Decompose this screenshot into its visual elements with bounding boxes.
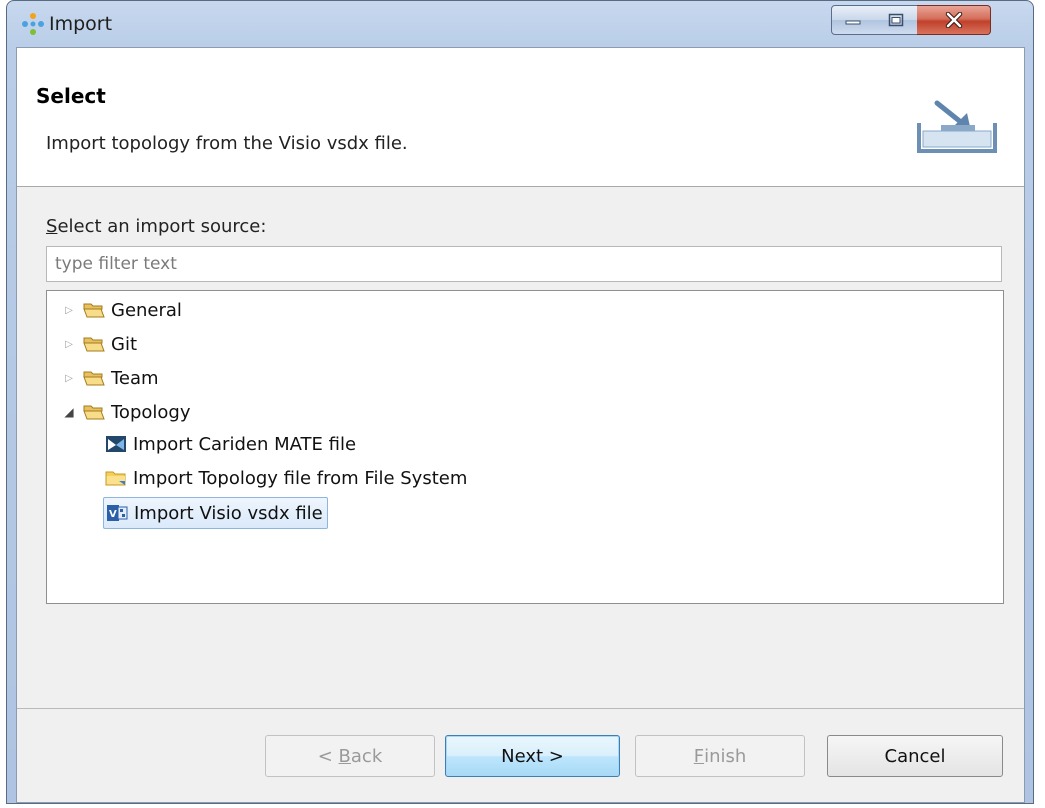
wizard-header: Select Import topology from the Visio vs… xyxy=(17,48,1024,187)
tree-item-import-cariden-mate[interactable]: Import Cariden MATE file xyxy=(105,429,356,459)
page-description: Import topology from the Visio vsdx file… xyxy=(46,133,408,154)
next-button-label: Next > xyxy=(501,745,564,767)
mate-file-icon xyxy=(106,436,126,452)
minimize-icon xyxy=(845,20,861,25)
import-wizard-banner-icon xyxy=(917,100,997,153)
filter-input[interactable] xyxy=(46,246,1002,282)
tree-item-label: Import Cariden MATE file xyxy=(133,433,357,455)
finish-button[interactable]: Finish xyxy=(635,735,805,777)
maximize-icon xyxy=(888,13,903,27)
import-source-label: Select an import source: xyxy=(46,216,266,237)
minimize-button[interactable] xyxy=(831,5,875,35)
window-title: Import xyxy=(49,13,113,35)
finish-button-label: inish xyxy=(704,745,747,767)
close-icon xyxy=(945,12,962,28)
import-dialog-window: Import Select Import topology from the V… xyxy=(6,0,1034,804)
tree-item-team[interactable]: ▷ Team xyxy=(61,363,159,393)
tree-item-topology[interactable]: ◢ Topology xyxy=(61,397,190,427)
tree-item-import-topology-file[interactable]: Import Topology file from File System xyxy=(105,463,467,493)
close-button[interactable] xyxy=(917,5,991,35)
yellow-folder-icon xyxy=(105,471,126,486)
expand-arrow-icon[interactable]: ▷ xyxy=(61,339,77,350)
source-label-mnemonic: S xyxy=(46,216,58,237)
folder-icon xyxy=(83,405,105,420)
expand-arrow-icon[interactable]: ▷ xyxy=(61,373,77,384)
folder-icon xyxy=(83,337,105,352)
page-title: Select xyxy=(36,84,106,108)
import-source-tree[interactable]: ▷ General ▷ Git ▷ Team ◢ Topology Import… xyxy=(46,290,1004,604)
title-bar[interactable]: Import xyxy=(7,1,1033,47)
tree-item-git[interactable]: ▷ Git xyxy=(61,329,137,359)
folder-icon xyxy=(83,303,105,318)
svg-text:V: V xyxy=(109,509,117,520)
back-button-mnemonic: B xyxy=(338,745,351,767)
source-label-text: elect an import source: xyxy=(57,216,267,237)
tree-item-label: Topology xyxy=(111,401,191,423)
back-button-label: ack xyxy=(350,745,383,767)
footer-separator xyxy=(17,708,1024,709)
tree-item-label: General xyxy=(111,299,182,321)
tree-item-import-visio-vsdx[interactable]: V Import Visio vsdx file xyxy=(103,497,328,529)
tree-item-label: Team xyxy=(111,367,159,389)
tree-item-label: Import Topology file from File System xyxy=(133,467,468,489)
tree-item-label: Git xyxy=(111,333,138,355)
tree-item-general[interactable]: ▷ General xyxy=(61,295,182,325)
expand-arrow-icon[interactable]: ▷ xyxy=(61,305,77,316)
import-app-icon xyxy=(22,13,44,35)
collapse-arrow-icon[interactable]: ◢ xyxy=(61,405,77,419)
dialog-body: Select Import topology from the Visio vs… xyxy=(16,47,1025,803)
folder-icon xyxy=(83,371,105,386)
visio-icon: V xyxy=(107,505,128,521)
back-button-prefix: < xyxy=(317,745,339,767)
cancel-button-label: Cancel xyxy=(884,745,946,767)
maximize-button[interactable] xyxy=(874,5,918,35)
next-button[interactable]: Next > xyxy=(445,735,620,777)
cancel-button[interactable]: Cancel xyxy=(827,735,1003,777)
finish-button-mnemonic: F xyxy=(693,745,705,767)
tree-item-label: Import Visio vsdx file xyxy=(134,502,323,524)
back-button[interactable]: < Back xyxy=(265,735,435,777)
